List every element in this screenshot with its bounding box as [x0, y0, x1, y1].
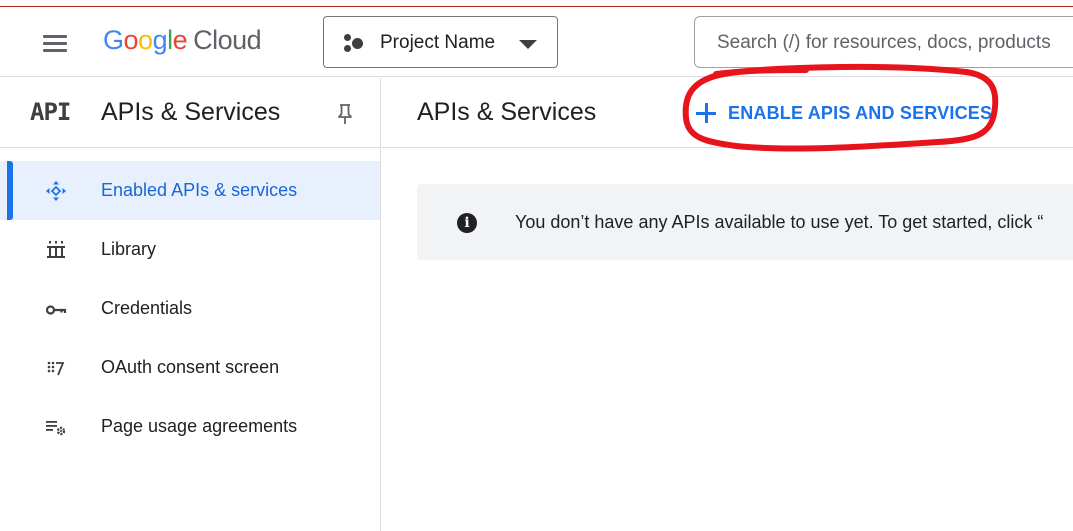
- sidebar-item-page-usage[interactable]: Page usage agreements: [0, 397, 380, 456]
- sidebar-header: API APIs & Services: [0, 78, 380, 148]
- sidebar-item-library[interactable]: Library: [0, 220, 380, 279]
- sidebar-title: APIs & Services: [101, 98, 281, 126]
- project-dots-icon: [344, 34, 364, 52]
- search-input[interactable]: [717, 28, 1073, 58]
- sidebar-item-enabled-apis[interactable]: Enabled APIs & services: [0, 161, 380, 220]
- info-banner-text: You don’t have any APIs available to use…: [515, 212, 1044, 232]
- project-name-label: Project Name: [380, 32, 496, 53]
- dropdown-caret-icon: [519, 40, 537, 49]
- main-header: APIs & Services ENABLE APIS AND SERVICES: [382, 78, 1073, 148]
- sidebar-item-label: Credentials: [101, 298, 193, 318]
- enabled-apis-icon: [46, 181, 66, 201]
- sidebar-item-label: OAuth consent screen: [101, 357, 280, 377]
- page-usage-settings-icon: [46, 421, 66, 436]
- enable-apis-label: ENABLE APIS AND SERVICES: [728, 103, 993, 123]
- page-title: APIs & Services: [417, 98, 597, 126]
- library-icon: [47, 241, 65, 258]
- sidebar: API APIs & Services Enabled APIs & servi…: [0, 78, 381, 531]
- oauth-consent-icon: [47, 361, 65, 376]
- info-banner: i You don’t have any APIs available to u…: [417, 184, 1073, 260]
- google-cloud-logo[interactable]: Google Cloud: [103, 25, 262, 56]
- sidebar-item-oauth-consent[interactable]: OAuth consent screen: [0, 338, 380, 397]
- sidebar-item-label: Page usage agreements: [101, 416, 298, 436]
- project-selector-button[interactable]: Project Name: [323, 16, 558, 68]
- sidebar-item-label: Library: [101, 239, 157, 259]
- plus-icon: [695, 102, 717, 124]
- sidebar-item-label: Enabled APIs & services: [101, 180, 298, 200]
- top-app-bar: Google Cloud Project Name: [0, 7, 1073, 77]
- key-icon: [45, 305, 67, 315]
- pin-icon[interactable]: [335, 103, 355, 127]
- sidebar-item-credentials[interactable]: Credentials: [0, 279, 380, 338]
- search-box[interactable]: [694, 16, 1073, 68]
- main-menu-icon[interactable]: [38, 27, 72, 61]
- api-icon: API: [30, 98, 71, 126]
- info-icon: i: [457, 213, 477, 233]
